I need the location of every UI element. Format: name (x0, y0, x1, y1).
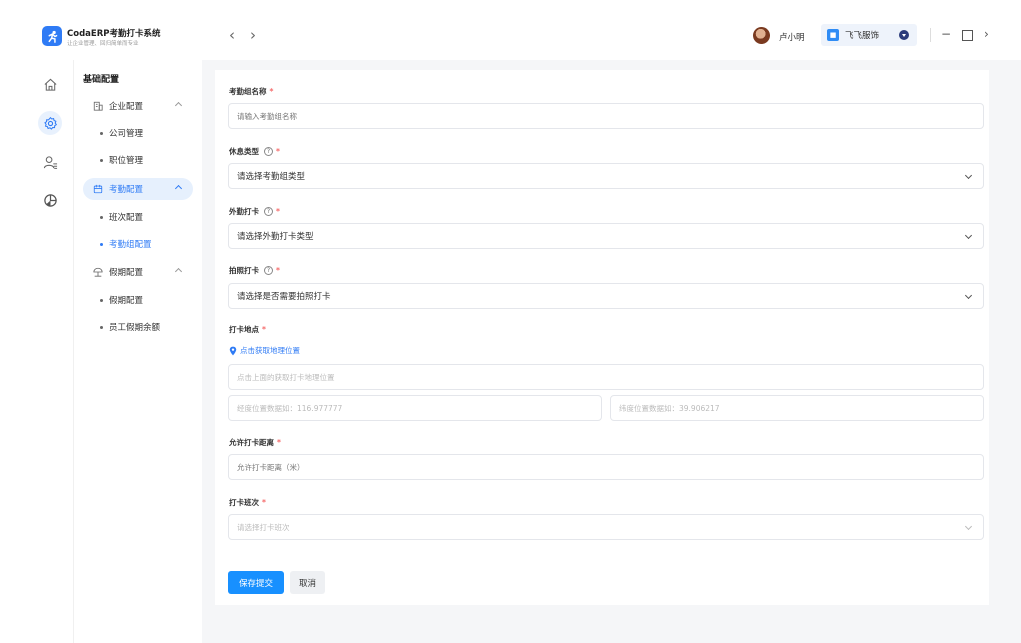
title-bar: CodaERP考勤打卡系统 让企业管理、回归简单而专业 ‹ › 卢小明 ■ 飞飞… (0, 0, 1021, 60)
chevron-up-icon (174, 101, 183, 110)
gear-icon (43, 116, 57, 130)
required-mark: * (276, 207, 280, 216)
select-value: 请选择外勤打卡类型 (237, 232, 314, 242)
calendar-icon (93, 184, 103, 194)
sidebar-group-label: 企业配置 (109, 102, 144, 112)
help-icon[interactable]: ? (264, 147, 273, 156)
chevron-down-icon (964, 522, 973, 531)
chevron-up-icon (174, 267, 183, 276)
field-label: 打卡班次 * (229, 498, 266, 507)
field-label: 考勤组名称 * (229, 87, 274, 96)
required-mark: * (269, 87, 274, 96)
icon-rail (0, 60, 74, 643)
sidebar-item-employee-leave-balance[interactable]: 员工假期余额 (100, 321, 160, 333)
minimize-button[interactable]: − (941, 27, 951, 41)
field-label: 允许打卡距离 * (229, 438, 281, 447)
more-button[interactable]: › (984, 27, 989, 41)
sidebar-item-leave-config[interactable]: 假期配置 (100, 294, 143, 306)
photo-punch-select[interactable]: 请选择是否需要拍照打卡 (228, 283, 984, 309)
forward-button[interactable]: › (250, 28, 256, 43)
app-subtitle: 让企业管理、回归简单而专业 (67, 41, 139, 47)
back-button[interactable]: ‹ (229, 28, 235, 43)
sidebar-item-shift-config[interactable]: 班次配置 (100, 211, 143, 223)
sidebar-group-company[interactable]: 企业配置 (83, 95, 193, 117)
field-label: 外勤打卡? * (229, 207, 280, 216)
chevron-down-icon (964, 231, 973, 240)
pie-chart-icon (43, 193, 57, 207)
rail-item-home[interactable] (38, 72, 62, 96)
field-label: 休息类型? * (229, 147, 280, 156)
required-mark: * (262, 325, 266, 334)
rest-type-select[interactable]: 请选择考勤组类型 (228, 163, 984, 189)
rail-item-reports[interactable] (38, 188, 62, 212)
longitude-input[interactable]: 经度位置数据如：116.977777 (228, 395, 602, 421)
required-mark: * (262, 498, 266, 507)
select-value: 请选择考勤组类型 (237, 172, 306, 182)
chevron-up-icon (174, 184, 183, 193)
divider (930, 28, 931, 42)
rail-item-settings[interactable] (38, 111, 62, 135)
home-icon (44, 78, 56, 91)
get-location-link[interactable]: 点击获取地理位置 (229, 345, 300, 356)
umbrella-icon (93, 267, 103, 277)
required-mark: * (276, 147, 280, 156)
latitude-input[interactable]: 纬度位置数据如：39.906217 (610, 395, 984, 421)
allowed-distance-input[interactable] (228, 454, 984, 480)
sidebar-item-company-management[interactable]: 公司管理 (100, 127, 143, 139)
chevron-down-icon[interactable] (899, 30, 909, 40)
required-mark: * (276, 266, 280, 275)
required-mark: * (277, 438, 281, 447)
sidebar-group-leave[interactable]: 假期配置 (83, 261, 193, 283)
sidebar: 基础配置 企业配置 公司管理 职位管理 考勤配置 班次配置 考勤组配置 假期配置… (74, 60, 202, 643)
app-logo (42, 26, 62, 46)
address-input[interactable]: 点击上面的获取打卡地理位置 (228, 364, 984, 390)
avatar[interactable] (753, 27, 770, 44)
company-icon: ■ (827, 29, 839, 41)
sidebar-group-label: 考勤配置 (109, 185, 144, 195)
select-value: 请选择是否需要拍照打卡 (237, 292, 331, 302)
app-title: CodaERP考勤打卡系统 (67, 29, 161, 39)
rail-item-users[interactable] (38, 150, 62, 174)
field-label: 打卡地点 * (229, 325, 266, 334)
punch-shift-select[interactable]: 请选择打卡班次 (228, 514, 984, 540)
sidebar-heading: 基础配置 (83, 75, 120, 85)
sidebar-group-label: 假期配置 (109, 268, 144, 278)
sidebar-item-position-management[interactable]: 职位管理 (100, 154, 143, 166)
running-figure-icon (48, 30, 57, 43)
company-name: 飞飞服饰 (845, 31, 880, 41)
sidebar-group-attendance[interactable]: 考勤配置 (83, 178, 193, 200)
user-list-icon (43, 155, 57, 169)
chevron-down-icon (964, 291, 973, 300)
sidebar-item-attendance-group-config[interactable]: 考勤组配置 (100, 238, 152, 250)
field-label: 拍照打卡? * (229, 266, 280, 275)
company-switcher[interactable]: ■ 飞飞服饰 (821, 24, 917, 46)
cancel-button[interactable]: 取消 (290, 571, 325, 594)
submit-button[interactable]: 保存提交 (228, 571, 284, 594)
maximize-button[interactable] (962, 30, 973, 41)
chevron-down-icon (964, 171, 973, 180)
help-icon[interactable]: ? (264, 266, 273, 275)
attendance-group-name-input[interactable] (228, 103, 984, 129)
help-icon[interactable]: ? (264, 207, 273, 216)
user-name[interactable]: 卢小明 (779, 31, 805, 43)
building-icon (93, 101, 103, 111)
field-punch-select[interactable]: 请选择外勤打卡类型 (228, 223, 984, 249)
location-pin-icon (229, 346, 237, 355)
